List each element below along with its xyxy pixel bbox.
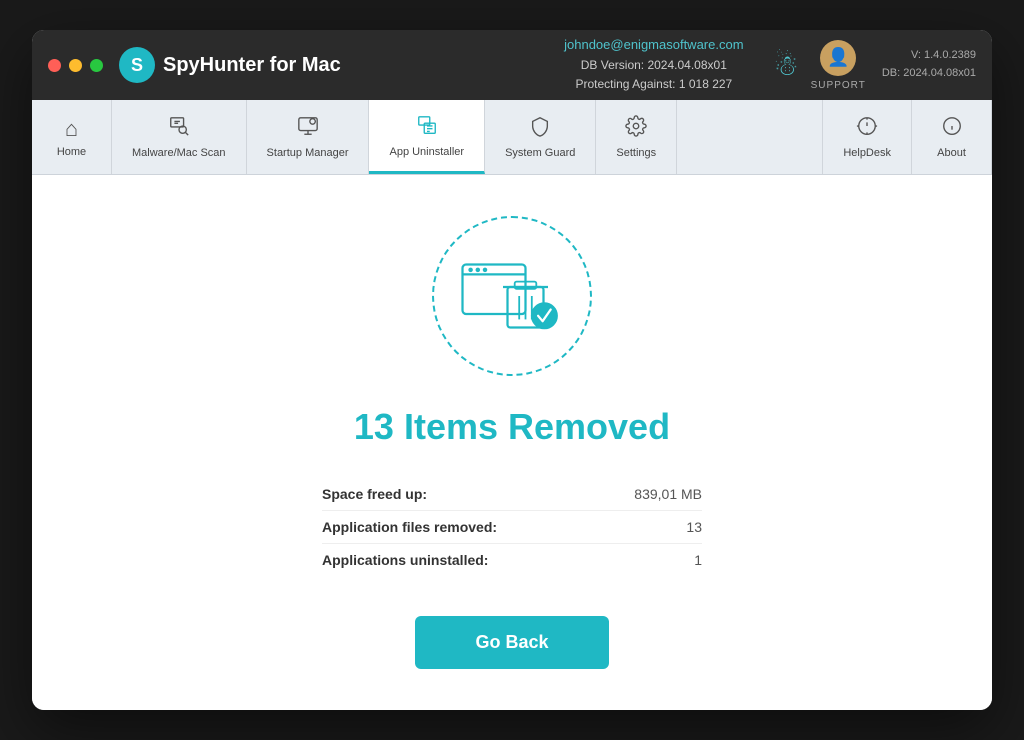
- titlebar: S SpyHunter for Mac johndoe@enigmasoftwa…: [32, 30, 992, 100]
- navbar: ⌂ Home Malware/Mac Scan: [32, 100, 992, 175]
- download-icon[interactable]: ☃: [774, 49, 799, 82]
- result-icon-circle: [432, 216, 592, 376]
- nav-settings[interactable]: Settings: [596, 100, 677, 174]
- uninstall-result-icon: [457, 251, 567, 341]
- db-version: DB Version: 2024.04.08x01: [564, 56, 743, 75]
- helpdesk-icon: [856, 115, 878, 143]
- stat-value-space: 839,01 MB: [634, 486, 702, 502]
- traffic-lights: [48, 59, 103, 72]
- nav-spacer: [677, 100, 822, 174]
- stat-value-files: 13: [686, 519, 702, 535]
- nav-malware-label: Malware/Mac Scan: [132, 147, 226, 159]
- version-number: V: 1.4.0.2389: [882, 47, 976, 65]
- nav-malware-scan[interactable]: Malware/Mac Scan: [112, 100, 247, 174]
- close-button[interactable]: [48, 59, 61, 72]
- nav-helpdesk-label: HelpDesk: [843, 147, 891, 159]
- nav-helpdesk[interactable]: HelpDesk: [823, 100, 912, 174]
- stats-table: Space freed up: 839,01 MB Application fi…: [322, 478, 702, 576]
- logo-area: S SpyHunter for Mac: [119, 47, 341, 83]
- app-uninstaller-icon: [416, 114, 438, 142]
- main-content: 13 Items Removed Space freed up: 839,01 …: [32, 175, 992, 710]
- home-icon: ⌂: [65, 116, 78, 142]
- nav-home[interactable]: ⌂ Home: [32, 100, 112, 174]
- nav-settings-label: Settings: [616, 147, 656, 159]
- support-button[interactable]: 👤 SUPPORT: [811, 40, 866, 91]
- stat-value-apps: 1: [694, 552, 702, 568]
- startup-manager-icon: [297, 115, 319, 143]
- nav-system-guard-label: System Guard: [505, 147, 575, 159]
- about-icon: [941, 115, 963, 143]
- items-removed-title: 13 Items Removed: [354, 406, 670, 448]
- stat-label-space: Space freed up:: [322, 486, 427, 502]
- db-date: DB: 2024.04.08x01: [882, 65, 976, 83]
- malware-scan-icon: [168, 115, 190, 143]
- nav-app-uninstaller[interactable]: App Uninstaller: [369, 100, 485, 174]
- nav-startup-label: Startup Manager: [267, 147, 349, 159]
- nav-home-label: Home: [57, 146, 86, 158]
- stat-label-files: Application files removed:: [322, 519, 497, 535]
- system-guard-icon: [529, 115, 551, 143]
- header-center: johndoe@enigmasoftware.com DB Version: 2…: [564, 35, 743, 94]
- stat-label-apps: Applications uninstalled:: [322, 552, 488, 568]
- stat-row-space: Space freed up: 839,01 MB: [322, 478, 702, 511]
- go-back-button[interactable]: Go Back: [415, 616, 608, 669]
- settings-icon: [625, 115, 647, 143]
- minimize-button[interactable]: [69, 59, 82, 72]
- main-window: S SpyHunter for Mac johndoe@enigmasoftwa…: [32, 30, 992, 710]
- nav-about[interactable]: About: [912, 100, 992, 174]
- app-logo-icon: S: [119, 47, 155, 83]
- nav-system-guard[interactable]: System Guard: [485, 100, 596, 174]
- support-avatar: 👤: [820, 40, 856, 76]
- stat-row-files: Application files removed: 13: [322, 511, 702, 544]
- support-area: ☃ 👤 SUPPORT: [774, 40, 866, 91]
- nav-about-label: About: [937, 147, 966, 159]
- maximize-button[interactable]: [90, 59, 103, 72]
- protecting-count: Protecting Against: 1 018 227: [564, 75, 743, 94]
- nav-startup-manager[interactable]: Startup Manager: [247, 100, 370, 174]
- app-name: SpyHunter for Mac: [163, 55, 341, 75]
- support-label: SUPPORT: [811, 80, 866, 91]
- user-email: johndoe@enigmasoftware.com: [564, 35, 743, 56]
- nav-right: HelpDesk About: [822, 100, 992, 174]
- version-info: V: 1.4.0.2389 DB: 2024.04.08x01: [882, 47, 976, 82]
- stat-row-apps: Applications uninstalled: 1: [322, 544, 702, 576]
- nav-uninstaller-label: App Uninstaller: [389, 146, 464, 158]
